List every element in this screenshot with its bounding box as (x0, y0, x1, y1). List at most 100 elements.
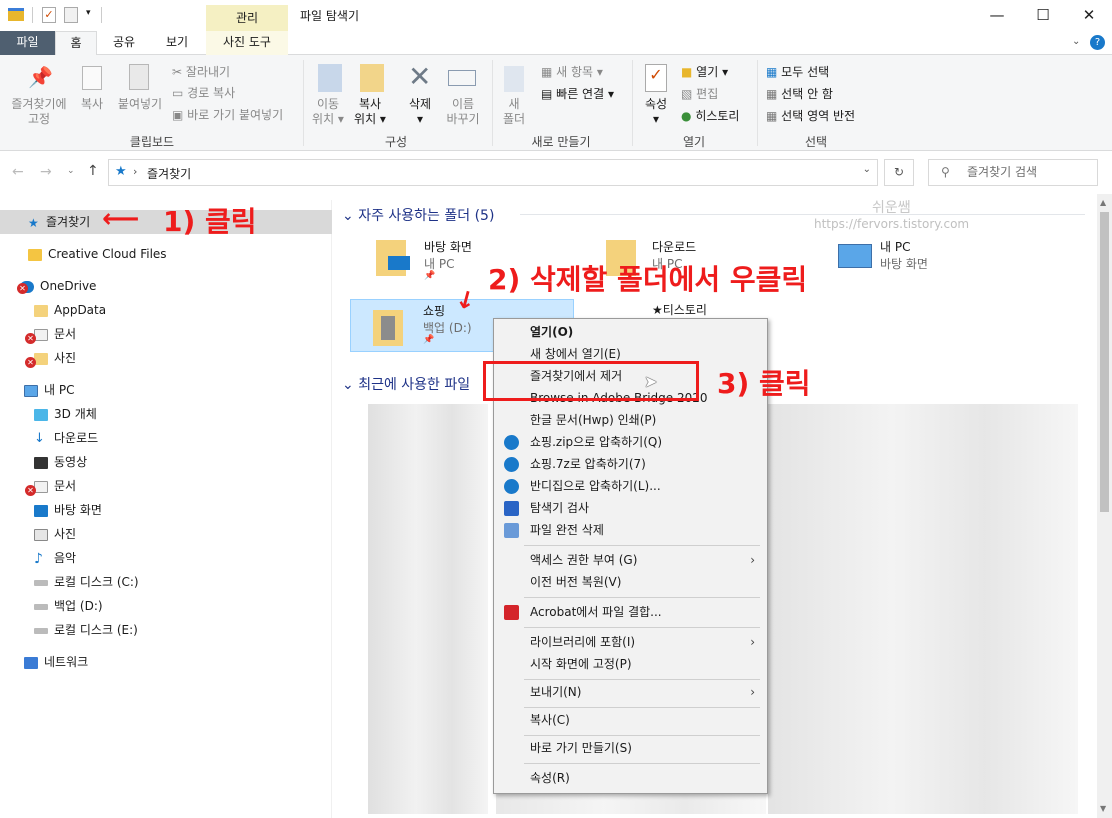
tab-home[interactable]: 홈 (55, 31, 97, 56)
ctx-open[interactable]: 열기(O) (494, 321, 767, 343)
ctx-pin-to-start[interactable]: 시작 화면에 고정(P) (494, 653, 767, 675)
tab-view[interactable]: 보기 (154, 31, 200, 55)
nav-item-onedrive[interactable]: OneDrive (20, 274, 96, 298)
ctx-give-access[interactable]: 액세스 권한 부여 (G) › (494, 549, 767, 571)
help-icon[interactable]: ? (1090, 35, 1105, 50)
quick-access-dropdown-icon[interactable]: ▾ (86, 8, 91, 18)
rename-button[interactable]: 이름 바꾸기 (440, 97, 486, 127)
ctx-send-to[interactable]: 보내기(N) › (494, 681, 767, 703)
document-icon (34, 480, 48, 493)
nav-item-videos[interactable]: 동영상 (34, 450, 87, 474)
ctx-acrobat-combine[interactable]: Acrobat에서 파일 결합... (494, 601, 767, 623)
move-to-button[interactable]: 이동 위치 ▾ (308, 97, 348, 127)
star-icon: ★ (28, 215, 39, 230)
nav-item-quick-access[interactable]: ★ 즐겨찾기 (28, 210, 90, 234)
properties-quick-icon[interactable]: ✓ (42, 7, 56, 23)
back-icon[interactable]: ← (12, 164, 24, 180)
acrobat-icon (504, 605, 519, 620)
properties-button[interactable]: 속성 ▾ (640, 97, 672, 127)
ctx-include-in-library[interactable]: 라이브러리에 포함(I) › (494, 631, 767, 653)
ctx-restore-versions[interactable]: 이전 버전 복원(V) (494, 571, 767, 593)
nav-item-pictures[interactable]: 사진 (34, 522, 76, 546)
scroll-thumb[interactable] (1100, 212, 1109, 512)
picture-icon (34, 528, 48, 541)
mouse-cursor-icon: ➤ (644, 372, 658, 391)
group-new-label: 새로 만들기 (531, 135, 591, 149)
ctx-copy[interactable]: 복사(C) (494, 709, 767, 731)
paste-button[interactable]: 붙여넣기 (114, 97, 166, 112)
maximize-button[interactable]: ☐ (1020, 0, 1066, 31)
tab-share[interactable]: 공유 (104, 31, 144, 55)
nav-item-desktop[interactable]: 바탕 화면 (34, 498, 102, 522)
scroll-down-icon[interactable]: ▼ (1100, 804, 1106, 813)
ribbon-expand-icon[interactable]: ⌄ (1072, 36, 1080, 47)
drive-icon (34, 627, 48, 634)
annotation-step1: 1) 클릭 (163, 205, 257, 238)
nav-item-drive-e[interactable]: 로컬 디스크 (E:) (34, 618, 138, 642)
recent-locations-icon[interactable]: ⌄ (67, 166, 75, 176)
ctx-scan[interactable]: 탐색기 검사 (494, 497, 767, 519)
minimize-button[interactable]: — (974, 0, 1020, 31)
folder-tile-tistory[interactable]: ★티스토리 (600, 299, 770, 319)
scroll-up-icon[interactable]: ▲ (1100, 198, 1106, 207)
context-tab-manage[interactable]: 관리 (206, 5, 288, 31)
open-button[interactable]: ■ 열기 ▾ (681, 63, 728, 80)
tab-file[interactable]: 파일 (0, 31, 55, 55)
copy-to-button[interactable]: 복사 위치 ▾ (350, 97, 390, 127)
ctx-compress-bandizip[interactable]: 반디집으로 압축하기(L)... (494, 475, 767, 497)
ctx-create-shortcut[interactable]: 바로 가기 만들기(S) (494, 737, 767, 759)
ctx-secure-delete[interactable]: 파일 완전 삭제 (494, 519, 767, 541)
invert-selection-button[interactable]: ▦ 선택 영역 반전 (766, 107, 855, 124)
frequent-folders-header[interactable]: ⌄ 자주 사용하는 폴더 (5) (342, 205, 494, 225)
nav-item-music[interactable]: ♪ 음악 (34, 546, 76, 570)
ctx-hwp-print[interactable]: 한글 문서(Hwp) 인쇄(P) (494, 409, 767, 431)
folder-tile-this-pc[interactable]: 내 PC 바탕 화면 (830, 236, 1030, 286)
nav-item-downloads[interactable]: ↓ 다운로드 (34, 426, 98, 450)
watermark: 쉬운쌤 (872, 200, 911, 216)
history-button[interactable]: ● 히스토리 (681, 107, 739, 124)
pin-icon: 📌 (28, 65, 53, 89)
nav-item-drive-c[interactable]: 로컬 디스크 (C:) (34, 570, 139, 594)
cut-button[interactable]: ✂ 잘라내기 (172, 63, 230, 80)
new-item-button[interactable]: ▦ 새 항목 ▾ (541, 63, 603, 80)
tab-picture-tools[interactable]: 사진 도구 (206, 31, 288, 55)
new-folder-quick-icon[interactable] (64, 7, 78, 23)
move-to-icon (318, 64, 342, 92)
nav-item-drive-d[interactable]: 백업 (D:) (34, 594, 103, 618)
annotation-arrow-step1: ⟵ (102, 204, 140, 234)
new-folder-button[interactable]: 새 폴더 (498, 97, 530, 127)
easy-access-button[interactable]: ▤ 빠른 연결 ▾ (541, 85, 614, 102)
folder-app-icon (8, 8, 24, 21)
refresh-button[interactable]: ↻ (884, 159, 914, 186)
nav-item-3d-objects[interactable]: 3D 개체 (34, 402, 97, 426)
forward-icon[interactable]: → (40, 164, 52, 180)
ctx-compress-7z[interactable]: 쇼핑.7z로 압축하기(7) (494, 453, 767, 475)
watermark-url: https://fervors.tistory.com (814, 217, 970, 231)
delete-button[interactable]: 삭제 ▾ (402, 97, 438, 127)
select-all-button[interactable]: ▦ 모두 선택 (766, 63, 829, 80)
paste-shortcut-button[interactable]: ▣ 바로 가기 붙여넣기 (172, 106, 283, 123)
address-bar[interactable]: ★ › 즐겨찾기 ⌄ (108, 159, 878, 186)
nav-item-this-pc[interactable]: 내 PC (24, 378, 74, 402)
copy-button[interactable]: 복사 (76, 97, 108, 112)
edit-button[interactable]: ▧ 편집 (681, 85, 718, 102)
pin-to-quick-access-button[interactable]: 즐겨찾기에 고정 (6, 97, 72, 127)
vertical-scrollbar[interactable]: ▲ ▼ (1097, 194, 1112, 818)
address-dropdown-icon[interactable]: ⌄ (863, 164, 871, 175)
search-input[interactable]: ⚲ 즐겨찾기 검색 (928, 159, 1098, 186)
window-title: 파일 탐색기 (300, 9, 360, 23)
nav-item-appdata[interactable]: AppData (34, 298, 106, 322)
ctx-compress-zip[interactable]: 쇼핑.zip으로 압축하기(Q) (494, 431, 767, 453)
close-button[interactable]: ✕ (1066, 0, 1112, 31)
drive-icon (34, 603, 48, 610)
nav-item-creative-cloud[interactable]: Creative Cloud Files (28, 242, 167, 266)
nav-item-onedrive-pictures[interactable]: 사진 (34, 346, 76, 370)
up-icon[interactable]: ↑ (87, 163, 99, 179)
ctx-properties[interactable]: 속성(R) (494, 767, 767, 789)
select-none-button[interactable]: ▦ 선택 안 함 (766, 85, 833, 102)
copy-path-button[interactable]: ▭ 경로 복사 (172, 84, 235, 101)
nav-item-network[interactable]: 네트워크 (24, 650, 88, 674)
nav-item-documents[interactable]: 문서 (34, 474, 76, 498)
nav-item-onedrive-documents[interactable]: 문서 (34, 322, 76, 346)
recent-files-header[interactable]: ⌄ 최근에 사용한 파일 (342, 374, 470, 394)
